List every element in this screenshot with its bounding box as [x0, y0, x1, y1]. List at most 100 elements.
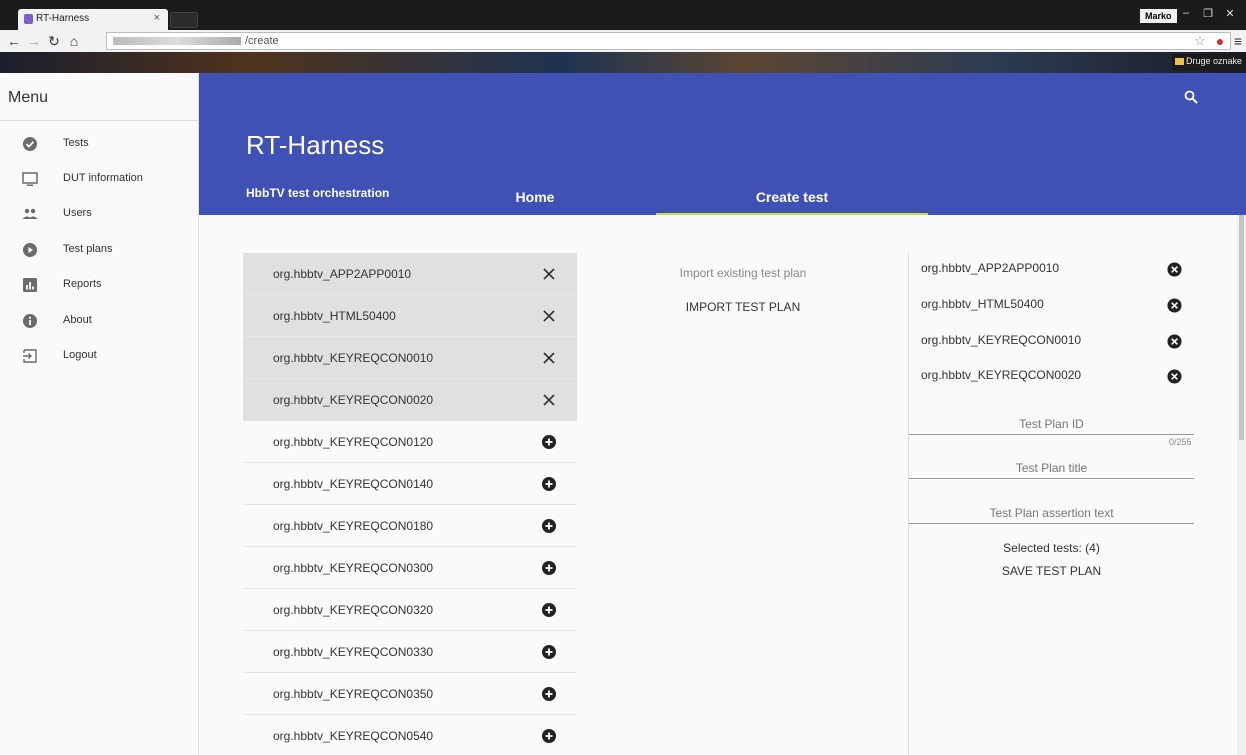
sidebar-item-label: Reports	[63, 278, 102, 290]
play-circle-icon	[23, 243, 37, 257]
import-test-plan-button[interactable]: IMPORT TEST PLAN	[577, 300, 909, 314]
remove-circle-icon[interactable]	[1167, 262, 1182, 277]
test-name: org.hbbtv_KEYREQCON0120	[273, 435, 434, 449]
selected-test-name: org.hbbtv_KEYREQCON0010	[921, 333, 1082, 347]
browser-toolbar: ← → ↻ ⌂ /create ☆ ● ≡	[0, 30, 1246, 52]
sidebar-item-users[interactable]: Users	[0, 196, 199, 230]
app-header: RT-Harness HbbTV test orchestration Home…	[199, 73, 1246, 215]
address-bar[interactable]: /create	[106, 32, 1231, 50]
sidebar-item-label: Tests	[63, 137, 89, 149]
favicon-icon	[24, 14, 33, 24]
sidebar-item-dut-information[interactable]: DUT information	[0, 161, 199, 195]
sidebar-item-test-plans[interactable]: Test plans	[0, 232, 199, 266]
add-circle-icon[interactable]	[541, 602, 557, 618]
reload-icon[interactable]: ↻	[46, 32, 62, 50]
test-row-available[interactable]: org.hbbtv_KEYREQCON0540	[243, 715, 577, 755]
add-circle-icon[interactable]	[541, 518, 557, 534]
close-tab-icon[interactable]: ×	[154, 12, 160, 24]
folder-icon	[1174, 58, 1184, 65]
import-panel: Import existing test plan IMPORT TEST PL…	[577, 253, 909, 755]
selected-test-chip: org.hbbtv_KEYREQCON0020	[921, 365, 1186, 385]
remove-circle-icon[interactable]	[1167, 334, 1182, 349]
page-scrollbar[interactable]	[1237, 215, 1246, 755]
monitor-icon	[22, 172, 38, 186]
info-icon	[23, 314, 37, 328]
test-row-selected[interactable]: org.hbbtv_KEYREQCON0010	[243, 337, 577, 379]
test-row-available[interactable]: org.hbbtv_KEYREQCON0300	[243, 547, 577, 589]
active-tab-indicator	[656, 213, 928, 215]
sidebar-item-label: Users	[63, 207, 92, 219]
back-icon[interactable]: ←	[6, 32, 22, 50]
search-icon[interactable]	[1184, 90, 1198, 104]
remove-icon[interactable]	[541, 308, 557, 324]
add-circle-icon[interactable]	[541, 434, 557, 450]
minimize-icon[interactable]: –	[1176, 7, 1196, 19]
sidebar-item-label: Logout	[63, 349, 97, 361]
test-row-available[interactable]: org.hbbtv_KEYREQCON0330	[243, 631, 577, 673]
sidebar-item-reports[interactable]: Reports	[0, 267, 199, 301]
browser-tab-title: RT-Harness	[36, 13, 90, 24]
bookmark-folder-label: Druge oznake	[1185, 56, 1242, 66]
profile-button[interactable]: Marko	[1140, 9, 1177, 23]
test-name: org.hbbtv_KEYREQCON0300	[273, 561, 434, 575]
new-tab-button[interactable]	[170, 12, 198, 28]
sidebar-item-about[interactable]: About	[0, 303, 199, 337]
selected-tests-count: Selected tests: (4)	[1003, 541, 1100, 555]
add-circle-icon[interactable]	[541, 728, 557, 744]
remove-icon[interactable]	[541, 350, 557, 366]
sidebar-item-logout[interactable]: Logout	[0, 338, 199, 372]
remove-icon[interactable]	[541, 392, 557, 408]
scrollbar-thumb[interactable]	[1239, 215, 1244, 440]
chrome-menu-icon[interactable]: ≡	[1230, 32, 1246, 50]
add-circle-icon[interactable]	[541, 476, 557, 492]
test-name: org.hbbtv_KEYREQCON0540	[273, 729, 434, 743]
test-plan-panel: org.hbbtv_APP2APP0010 org.hbbtv_HTML5040…	[909, 253, 1194, 755]
test-row-available[interactable]: org.hbbtv_KEYREQCON0120	[243, 421, 577, 463]
home-icon[interactable]: ⌂	[66, 32, 82, 50]
test-row-selected[interactable]: org.hbbtv_HTML50400	[243, 295, 577, 337]
test-row-available[interactable]: org.hbbtv_KEYREQCON0140	[243, 463, 577, 505]
test-row-available[interactable]: org.hbbtv_KEYREQCON0180	[243, 505, 577, 547]
close-window-icon[interactable]: ✕	[1220, 7, 1240, 20]
test-plan-assertion-field[interactable]: Test Plan assertion text	[909, 494, 1194, 524]
sidebar-item-label: About	[63, 314, 92, 326]
test-plan-title-field[interactable]: Test Plan title	[909, 449, 1194, 479]
selected-test-chip: org.hbbtv_HTML50400	[921, 294, 1186, 314]
test-name: org.hbbtv_KEYREQCON0180	[273, 519, 434, 533]
test-row-available[interactable]: org.hbbtv_KEYREQCON0350	[243, 673, 577, 715]
star-icon[interactable]: ☆	[1192, 32, 1208, 50]
add-circle-icon[interactable]	[541, 644, 557, 660]
selected-test-chip: org.hbbtv_KEYREQCON0010	[921, 330, 1186, 350]
selected-test-chip: org.hbbtv_APP2APP0010	[921, 258, 1186, 278]
test-list: org.hbbtv_APP2APP0010 org.hbbtv_HTML5040…	[243, 253, 577, 755]
sidebar-item-tests[interactable]: Tests	[0, 126, 199, 160]
tab-create-test[interactable]: Create test	[656, 189, 928, 205]
extension-icon[interactable]: ●	[1212, 32, 1228, 50]
group-icon	[22, 208, 38, 219]
save-test-plan-button[interactable]: SAVE TEST PLAN	[909, 564, 1194, 578]
redacted-host	[113, 37, 241, 46]
test-name: org.hbbtv_KEYREQCON0020	[273, 393, 434, 407]
forward-icon[interactable]: →	[26, 32, 42, 50]
tab-home[interactable]: Home	[491, 189, 579, 205]
maximize-icon[interactable]: ❐	[1198, 7, 1218, 20]
test-row-selected[interactable]: org.hbbtv_APP2APP0010	[243, 253, 577, 295]
bookmark-folder[interactable]: Druge oznake	[1171, 54, 1246, 71]
remove-icon[interactable]	[541, 266, 557, 282]
test-plan-title-label: Test Plan title	[1015, 461, 1088, 475]
test-plan-id-field[interactable]: Test Plan ID	[909, 405, 1194, 435]
remove-circle-icon[interactable]	[1167, 369, 1182, 384]
test-plan-assertion-label: Test Plan assertion text	[989, 506, 1114, 520]
add-circle-icon[interactable]	[541, 560, 557, 576]
selected-test-name: org.hbbtv_HTML50400	[921, 297, 1044, 311]
browser-tab[interactable]: RT-Harness ×	[18, 9, 168, 30]
page-subtitle: HbbTV test orchestration	[246, 186, 390, 200]
test-row-selected[interactable]: org.hbbtv_KEYREQCON0020	[243, 379, 577, 421]
bar-chart-icon	[23, 278, 37, 292]
import-hint: Import existing test plan	[679, 266, 807, 280]
remove-circle-icon[interactable]	[1167, 298, 1182, 313]
test-name: org.hbbtv_KEYREQCON0320	[273, 603, 434, 617]
sidebar-item-label: DUT information	[63, 172, 143, 184]
add-circle-icon[interactable]	[541, 686, 557, 702]
test-row-available[interactable]: org.hbbtv_KEYREQCON0320	[243, 589, 577, 631]
